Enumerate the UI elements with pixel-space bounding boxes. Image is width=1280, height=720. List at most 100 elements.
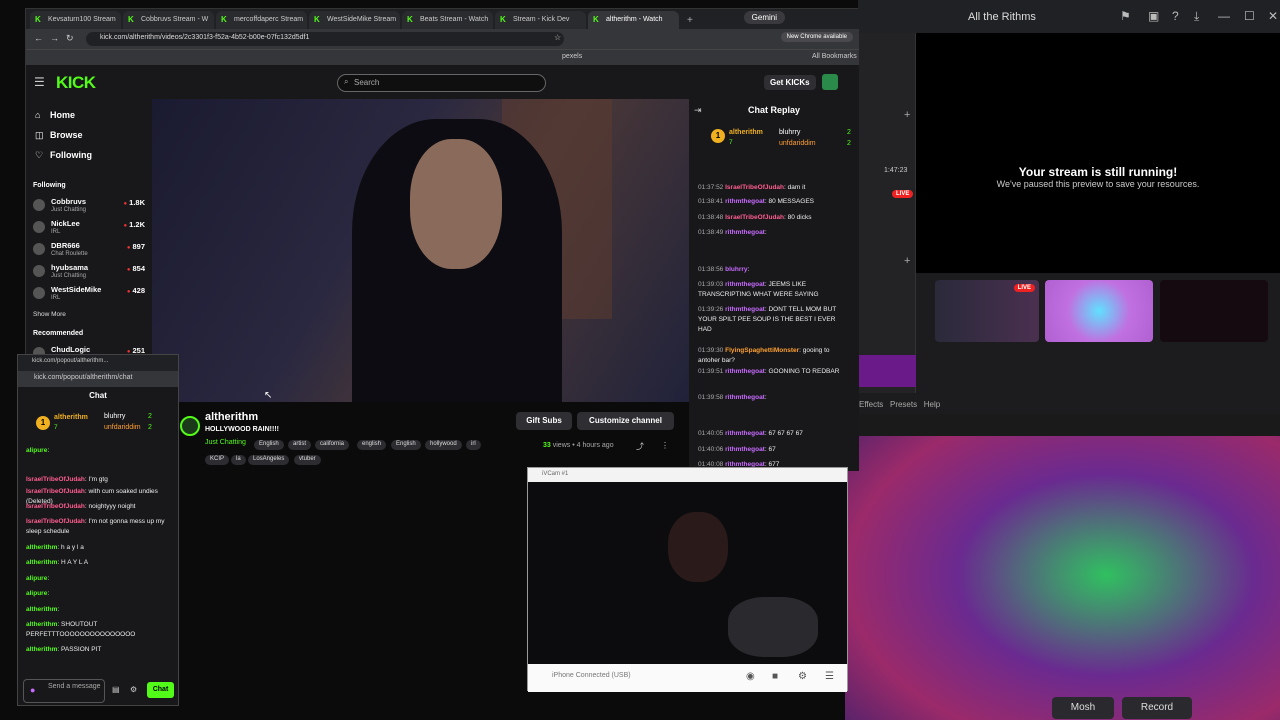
following-item[interactable]: CobbruvsJust Chatting 1.8K — [33, 197, 149, 219]
scene-thumb[interactable]: LIVE — [935, 280, 1039, 342]
mic-icon[interactable]: ● — [30, 685, 35, 695]
following-item[interactable]: DBR666Chat Roulette 897 — [33, 241, 149, 263]
nav-home[interactable]: Home — [50, 110, 75, 120]
stream-category[interactable]: Just Chatting — [205, 439, 246, 446]
show-more-link[interactable]: Show More — [33, 311, 66, 318]
menu-presets[interactable]: Presets — [890, 400, 917, 409]
tag[interactable]: vtuber — [294, 455, 321, 465]
search-input[interactable]: Search — [337, 74, 546, 92]
avatar[interactable] — [822, 74, 838, 90]
tag[interactable]: irl — [466, 440, 481, 450]
username[interactable]: IsraelTribeOfJudah — [26, 488, 85, 495]
mosh-button[interactable]: Mosh — [1052, 697, 1114, 719]
username[interactable]: rithmthegoat — [725, 446, 765, 453]
help-icon[interactable]: ? — [1172, 9, 1179, 23]
download-icon[interactable]: ⤓ — [1194, 9, 1199, 24]
window-icon[interactable]: ▣ — [1148, 9, 1159, 23]
popout-url[interactable]: kick.com/popout/altherithm/chat — [18, 371, 178, 387]
close-icon[interactable]: ✕ — [1268, 9, 1278, 23]
menu-icon[interactable]: ☰ — [34, 75, 45, 89]
scene-thumb[interactable] — [1045, 280, 1153, 342]
menu-effects[interactable]: Effects — [859, 400, 883, 409]
camera-icon[interactable]: ◉ — [746, 671, 755, 682]
avatar[interactable] — [180, 416, 200, 436]
settings-icon[interactable]: ⚙ — [798, 671, 807, 682]
tab-active[interactable]: altherithm - Watch — [588, 11, 679, 29]
home-icon[interactable]: ⌂ — [35, 110, 40, 120]
plus-icon[interactable]: + — [904, 109, 910, 121]
tag[interactable]: la — [231, 455, 246, 465]
username[interactable]: rithmthegoat — [725, 306, 765, 313]
back-icon[interactable]: ← — [34, 33, 43, 43]
flag-icon[interactable]: ⚑ — [1120, 9, 1131, 23]
username[interactable]: rithmthegoat — [725, 198, 765, 205]
kick-logo[interactable]: KICK — [56, 73, 96, 93]
username[interactable]: FlyingSpaghettiMonster — [725, 347, 799, 354]
reload-icon[interactable]: ↻ — [66, 33, 74, 44]
menu-help[interactable]: Help — [924, 400, 940, 409]
username[interactable]: rithmthegoat — [725, 281, 765, 288]
forward-icon[interactable]: → — [50, 33, 59, 43]
menu-icon[interactable]: ☰ — [825, 671, 834, 682]
tab[interactable]: mercoffdaperc Stream — [216, 11, 307, 29]
get-kicks-button[interactable]: Get KICKs — [764, 75, 816, 90]
username[interactable]: bluhrry — [725, 266, 747, 273]
username[interactable]: IsraelTribeOfJudah — [725, 184, 784, 191]
video-player[interactable] — [152, 99, 689, 402]
customize-channel-button[interactable]: Customize channel — [577, 412, 674, 430]
username[interactable]: IsraelTribeOfJudah — [26, 476, 85, 483]
maximize-icon[interactable]: ☐ — [1244, 9, 1255, 23]
tag[interactable]: LosAngeles — [248, 455, 290, 465]
browse-icon[interactable]: ◫ — [35, 130, 44, 141]
settings-icon[interactable]: ⚙ — [130, 685, 137, 694]
username[interactable]: rithmthegoat — [725, 368, 765, 375]
username[interactable]: altherithm — [26, 544, 57, 551]
tag[interactable]: hollywood — [425, 440, 462, 450]
username[interactable]: altherithm — [26, 621, 57, 628]
gift-subs-button[interactable]: Gift Subs — [516, 412, 572, 430]
new-chrome-button[interactable]: New Chrome available — [780, 32, 853, 42]
share-icon[interactable]: ⤴ — [636, 441, 644, 452]
following-item[interactable]: hyubsamaJust Chatting 854 — [33, 263, 149, 285]
username[interactable]: IsraelTribeOfJudah — [725, 214, 784, 221]
new-tab-icon[interactable]: + — [687, 15, 693, 26]
tag[interactable]: KCIP — [205, 455, 230, 465]
video-icon[interactable]: ■ — [772, 671, 778, 682]
record-button[interactable]: Record — [1122, 697, 1192, 719]
channel-name[interactable]: altherithm — [205, 411, 258, 423]
bookmark-pexels[interactable]: pexels — [562, 53, 582, 60]
username[interactable]: IsraelTribeOfJudah — [26, 503, 85, 510]
gift-icon[interactable]: ▤ — [112, 685, 120, 694]
heart-icon[interactable]: ♡ — [35, 150, 43, 161]
minimize-icon[interactable]: — — [1218, 9, 1230, 23]
username[interactable]: altherithm — [26, 646, 57, 653]
tab[interactable]: Cobbruvs Stream - W — [123, 11, 214, 29]
tab[interactable]: Beats Stream - Watch — [402, 11, 493, 29]
tab[interactable]: Stream - Kick Dev — [495, 11, 586, 29]
star-icon[interactable]: ☆ — [554, 33, 561, 42]
chat-send-button[interactable]: Chat — [147, 682, 174, 698]
username[interactable]: rithmthegoat — [725, 229, 765, 236]
username[interactable]: alipure — [26, 575, 47, 582]
url-field[interactable]: kick.com/altherithm/videos/2c3301f3-f52a… — [86, 32, 564, 46]
scene-thumb[interactable] — [1160, 280, 1268, 342]
all-bookmarks[interactable]: All Bookmarks — [812, 53, 857, 60]
username[interactable]: alipure — [26, 590, 47, 597]
tag[interactable]: English — [391, 440, 421, 450]
following-item[interactable]: NickLeeIRL 1.2K — [33, 219, 149, 241]
username[interactable]: rithmthegoat — [725, 394, 765, 401]
nav-following[interactable]: Following — [50, 150, 92, 160]
username[interactable]: IsraelTribeOfJudah — [26, 518, 85, 525]
tab[interactable]: Kevsaturn100 Stream — [30, 11, 121, 29]
more-icon[interactable]: ⋮ — [661, 441, 669, 450]
tag[interactable]: california — [315, 440, 350, 450]
tag[interactable]: artist — [288, 440, 312, 450]
username[interactable]: rithmthegoat — [725, 430, 765, 437]
nav-browse[interactable]: Browse — [50, 130, 83, 140]
username[interactable]: alipure — [26, 447, 47, 454]
tag[interactable]: English — [254, 440, 284, 450]
username[interactable]: altherithm — [26, 559, 57, 566]
gemini-button[interactable]: Gemini — [743, 11, 785, 24]
following-item[interactable]: WestSideMikeIRL 428 — [33, 285, 149, 307]
plus-icon[interactable]: + — [904, 255, 910, 267]
